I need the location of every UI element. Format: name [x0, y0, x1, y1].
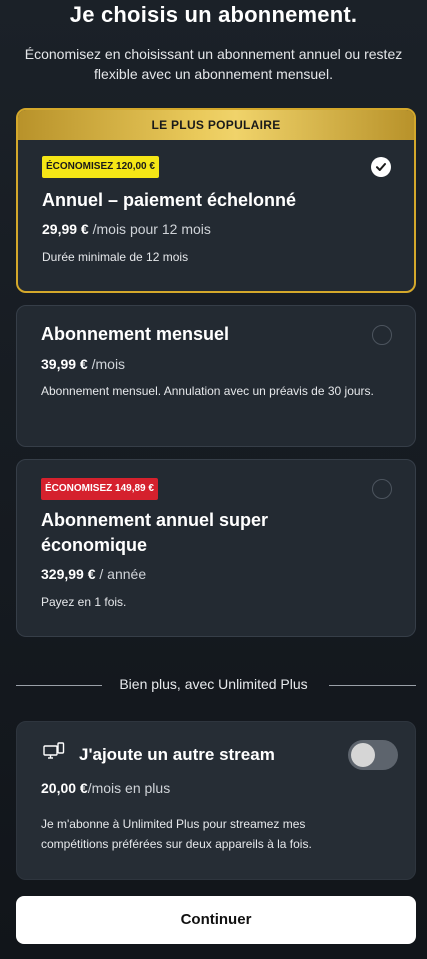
plan-name: Annuel – paiement échelonné [42, 190, 297, 210]
page-subtitle: Économisez en choisissant un abonnement … [24, 46, 403, 82]
plan-price: 29,99 € [42, 221, 89, 237]
divider-line-right [329, 685, 416, 686]
plan-period: /mois [91, 356, 126, 372]
plan-price-line: 29,99 € /mois pour 12 mois [42, 221, 211, 237]
plan-radio[interactable] [372, 479, 392, 499]
addon-section-heading: Bien plus, avec Unlimited Plus [119, 676, 308, 692]
addon-title: J'ajoute un autre stream [79, 745, 275, 764]
plan-card-annual-installments[interactable]: LE PLUS POPULAIRE ÉCONOMISEZ 120,00 € An… [16, 108, 416, 293]
addon-price: 20,00 € [41, 780, 88, 796]
popular-ribbon: LE PLUS POPULAIRE [18, 110, 414, 140]
savings-badge: ÉCONOMISEZ 149,89 € [41, 478, 158, 500]
addon-description: Je m'abonne à Unlimited Plus pour stream… [41, 817, 312, 851]
continue-button[interactable]: Continuer [16, 896, 416, 944]
page-title: Je choisis un abonnement. [69, 2, 358, 27]
plan-description: Abonnement mensuel. Annulation avec un p… [41, 384, 374, 398]
plan-card-annual-saver[interactable]: ÉCONOMISEZ 149,89 € Abonnement annuel su… [16, 459, 416, 637]
plan-name: Abonnement mensuel [41, 324, 230, 344]
plan-period: / année [99, 566, 147, 582]
plan-price: 39,99 € [41, 356, 88, 372]
plan-description: Durée minimale de 12 mois [42, 250, 189, 264]
plan-period: /mois pour 12 mois [92, 221, 211, 237]
toggle-knob [351, 743, 375, 767]
plan-price: 329,99 € [41, 566, 96, 582]
plan-card-monthly[interactable]: Abonnement mensuel 39,99 € /mois Abonnem… [16, 305, 416, 447]
plan-description: Payez en 1 fois. [41, 595, 127, 609]
plan-name: Abonnement annuel super économique [41, 510, 269, 555]
plan-price-line: 329,99 € / année [41, 566, 146, 582]
plan-radio-checked[interactable] [371, 157, 391, 177]
addon-toggle[interactable] [348, 740, 398, 770]
addon-price-line: 20,00 €/mois en plus [41, 780, 170, 796]
checkmark-icon [376, 163, 386, 171]
addon-period: /mois en plus [87, 780, 171, 796]
savings-badge: ÉCONOMISEZ 120,00 € [42, 156, 159, 178]
multi-screen-icon [43, 742, 65, 765]
plan-price-line: 39,99 € /mois [41, 356, 125, 372]
plan-radio[interactable] [372, 325, 392, 345]
addon-card: J'ajoute un autre stream 20,00 €/mois en… [16, 721, 416, 880]
